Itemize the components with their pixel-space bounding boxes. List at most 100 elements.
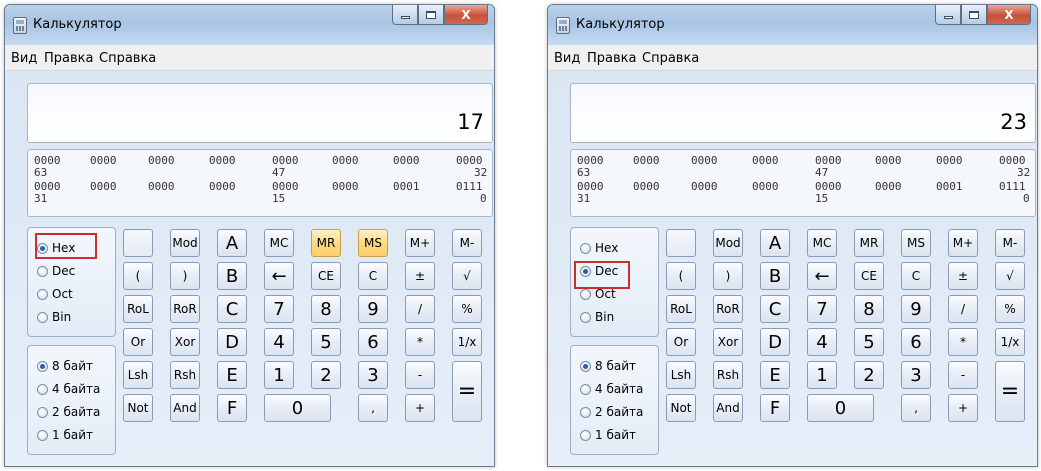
rotate-right-button[interactable]: RoR [713, 295, 743, 323]
radio-dec[interactable]: Dec [37, 263, 75, 279]
memory-store-button[interactable]: MS [358, 229, 388, 257]
hex-digit-c-button[interactable]: C [760, 295, 790, 323]
rotate-left-button[interactable]: RoL [666, 295, 696, 323]
equals-button[interactable]: = [995, 361, 1025, 422]
mod-button[interactable]: Mod [713, 229, 743, 257]
divide-button[interactable]: / [948, 295, 978, 323]
bit-group[interactable]: 0000 [332, 180, 359, 193]
bit-group[interactable]: 0000 [332, 154, 359, 167]
digit-5-button[interactable]: 5 [854, 328, 884, 356]
hex-digit-a-button[interactable]: A [760, 229, 790, 257]
bit-group[interactable]: 0000 [633, 154, 660, 167]
digit-2-button[interactable]: 2 [311, 361, 341, 389]
reciprocal-button[interactable]: 1/x [452, 328, 482, 356]
digit-1-button[interactable]: 1 [807, 361, 837, 389]
bit-group[interactable]: 0000 [148, 180, 175, 193]
hex-digit-c-button[interactable]: C [217, 295, 247, 323]
bit-group[interactable]: 0000 [691, 154, 718, 167]
hex-digit-f-button[interactable]: F [217, 394, 247, 422]
bit-group[interactable]: 0000 [90, 180, 117, 193]
sqrt-button[interactable]: √ [452, 262, 482, 290]
memory-clear-button[interactable]: MC [264, 229, 294, 257]
divide-button[interactable]: / [405, 295, 435, 323]
add-button[interactable]: + [405, 394, 435, 422]
digit-3-button[interactable]: 3 [358, 361, 388, 389]
xor-button[interactable]: Xor [713, 328, 743, 356]
percent-button[interactable]: % [452, 295, 482, 323]
maximize-button[interactable] [961, 5, 987, 25]
digit-7-button[interactable]: 7 [264, 295, 294, 323]
digit-0-button[interactable]: 0 [807, 394, 874, 422]
digit-8-button[interactable]: 8 [311, 295, 341, 323]
digit-8-button[interactable]: 8 [854, 295, 884, 323]
bit-group[interactable]: 0000 [936, 154, 963, 167]
clear-entry-button[interactable]: CE [854, 262, 884, 290]
multiply-button[interactable]: * [405, 328, 435, 356]
percent-button[interactable]: % [995, 295, 1025, 323]
bit-group[interactable]: 0000 [148, 154, 175, 167]
bit-group[interactable]: 0000 [393, 154, 420, 167]
sqrt-button[interactable]: √ [995, 262, 1025, 290]
multiply-button[interactable]: * [948, 328, 978, 356]
radio-4-bytes[interactable]: 4 байта [580, 381, 643, 397]
digit-9-button[interactable]: 9 [901, 295, 931, 323]
radio-1-byte[interactable]: 1 байт [580, 427, 636, 443]
blank-button[interactable] [666, 229, 696, 257]
rotate-right-button[interactable]: RoR [170, 295, 200, 323]
bit-group[interactable]: 0000 [209, 180, 236, 193]
bit-group[interactable]: 0001 [936, 180, 963, 193]
subtract-button[interactable]: - [948, 361, 978, 389]
xor-button[interactable]: Xor [170, 328, 200, 356]
maximize-button[interactable] [418, 5, 444, 25]
hex-digit-e-button[interactable]: E [217, 361, 247, 389]
bit-group[interactable]: 0111 [456, 180, 483, 193]
clear-entry-button[interactable]: CE [311, 262, 341, 290]
memory-add-button[interactable]: M+ [948, 229, 978, 257]
shift-right-button[interactable]: Rsh [713, 361, 743, 389]
hex-digit-e-button[interactable]: E [760, 361, 790, 389]
hex-digit-d-button[interactable]: D [217, 328, 247, 356]
bit-group[interactable]: 0000 [752, 154, 779, 167]
menu-help[interactable]: Справка [99, 51, 156, 66]
digit-2-button[interactable]: 2 [854, 361, 884, 389]
memory-store-button[interactable]: MS [901, 229, 931, 257]
close-paren-button[interactable]: ) [170, 262, 200, 290]
hex-digit-d-button[interactable]: D [760, 328, 790, 356]
decimal-button[interactable]: , [901, 394, 931, 422]
subtract-button[interactable]: - [405, 361, 435, 389]
negate-button[interactable]: ± [948, 262, 978, 290]
memory-clear-button[interactable]: MC [807, 229, 837, 257]
hex-digit-b-button[interactable]: B [217, 262, 247, 290]
radio-4-bytes[interactable]: 4 байта [37, 381, 100, 397]
menu-view[interactable]: Вид [11, 51, 37, 66]
clear-button[interactable]: C [901, 262, 931, 290]
radio-hex[interactable]: Hex [580, 240, 618, 256]
radio-8-bytes[interactable]: 8 байт [580, 358, 636, 374]
mod-button[interactable]: Mod [170, 229, 200, 257]
shift-right-button[interactable]: Rsh [170, 361, 200, 389]
hex-digit-a-button[interactable]: A [217, 229, 247, 257]
digit-3-button[interactable]: 3 [901, 361, 931, 389]
decimal-button[interactable]: , [358, 394, 388, 422]
bit-group[interactable]: 0111 [999, 180, 1026, 193]
digit-0-button[interactable]: 0 [264, 394, 331, 422]
memory-subtract-button[interactable]: M- [995, 229, 1025, 257]
memory-recall-button[interactable]: MR [311, 229, 341, 257]
title-bar[interactable]: Калькулятор X [5, 5, 494, 45]
bit-group[interactable]: 0000 [752, 180, 779, 193]
menu-edit[interactable]: Правка [587, 51, 636, 66]
reciprocal-button[interactable]: 1/x [995, 328, 1025, 356]
backspace-button[interactable]: ← [807, 262, 837, 290]
minimize-button[interactable] [392, 5, 418, 25]
digit-5-button[interactable]: 5 [311, 328, 341, 356]
and-button[interactable]: And [170, 394, 200, 422]
menu-view[interactable]: Вид [554, 51, 580, 66]
backspace-button[interactable]: ← [264, 262, 294, 290]
bit-group[interactable]: 0000 [875, 154, 902, 167]
close-paren-button[interactable]: ) [713, 262, 743, 290]
menu-help[interactable]: Справка [642, 51, 699, 66]
radio-1-byte[interactable]: 1 байт [37, 427, 93, 443]
blank-button[interactable] [123, 229, 153, 257]
radio-oct[interactable]: Oct [37, 286, 73, 302]
radio-8-bytes[interactable]: 8 байт [37, 358, 93, 374]
